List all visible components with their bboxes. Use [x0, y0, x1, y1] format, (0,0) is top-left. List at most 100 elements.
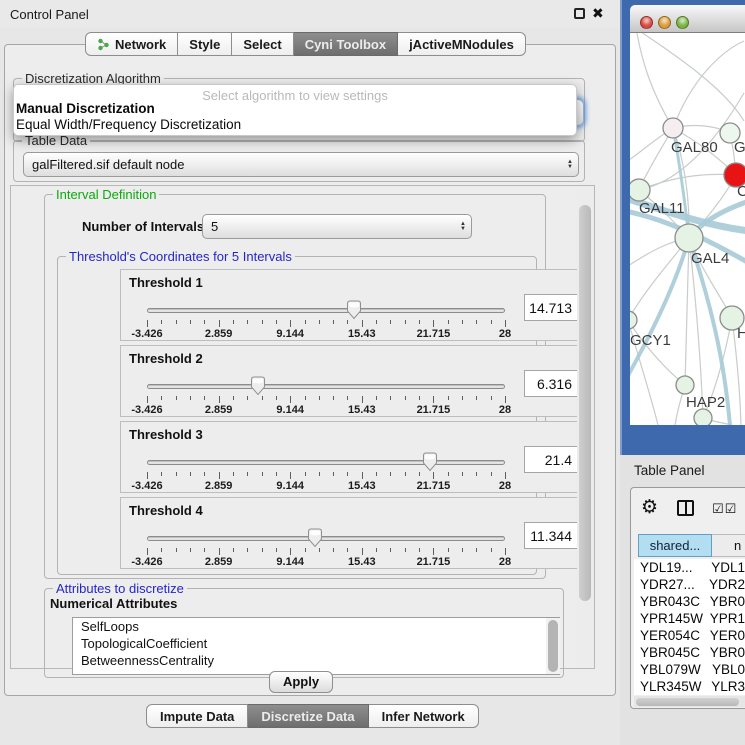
- threshold-slider[interactable]: -3.4262.8599.14415.4321.71528: [147, 448, 505, 490]
- table-row[interactable]: YDL19...YDL1: [634, 559, 745, 576]
- tick-mark: [419, 472, 420, 476]
- threshold-value-field[interactable]: 14.713: [524, 294, 579, 321]
- tick-label: 2.859: [205, 480, 233, 492]
- tick-label: 15.43: [348, 328, 376, 340]
- tick-mark: [276, 548, 277, 552]
- vertical-scrollbar-thumb[interactable]: [579, 205, 591, 601]
- network-canvas[interactable]: GAL80GACGAL11GAL4GCY1HHAP2: [630, 33, 745, 425]
- zoom-light[interactable]: [676, 16, 689, 29]
- tick-mark: [476, 472, 477, 476]
- tick-mark: [276, 472, 277, 476]
- network-node[interactable]: [676, 376, 694, 394]
- network-node[interactable]: [663, 118, 683, 138]
- network-node[interactable]: [694, 409, 712, 425]
- tab-infer-network[interactable]: Infer Network: [369, 704, 479, 728]
- numerical-attributes-list[interactable]: SelfLoopsTopologicalCoefficientBetweenne…: [72, 617, 560, 675]
- table-row[interactable]: YBR045CYBR0: [634, 644, 745, 661]
- slider-track[interactable]: [147, 536, 505, 541]
- threshold-value-field[interactable]: 11.344: [524, 522, 579, 549]
- close-light[interactable]: [640, 16, 653, 29]
- attribute-item[interactable]: BetweennessCentrality: [73, 652, 559, 669]
- threshold-panel: Threshold 4-3.4262.8599.14415.4321.71528…: [120, 497, 586, 569]
- number-of-intervals-combobox[interactable]: 5 ▲▼: [202, 214, 472, 239]
- tab-label: Network: [115, 37, 166, 52]
- table-row[interactable]: YLR345WYLR3: [634, 678, 745, 695]
- tick-mark: [204, 472, 205, 476]
- name-cell: YLR3: [709, 678, 745, 695]
- table-row[interactable]: YBR043CYBR0: [634, 593, 745, 610]
- minimize-light[interactable]: [658, 16, 671, 29]
- slider-track[interactable]: [147, 384, 505, 389]
- vertical-scrollbar[interactable]: [577, 187, 594, 667]
- split-columns-icon[interactable]: [677, 500, 694, 516]
- tick-label: 21.715: [417, 404, 451, 416]
- apply-button[interactable]: Apply: [269, 671, 333, 693]
- algorithm-option[interactable]: Manual Discretization: [16, 101, 155, 116]
- attributes-scrollbar[interactable]: [546, 618, 560, 674]
- name-cell: YBR0: [708, 593, 745, 610]
- tick-mark: [219, 320, 220, 327]
- tick-mark: [233, 396, 234, 400]
- shared-name-cell: YBL079W: [634, 661, 710, 678]
- tick-label: 28: [499, 556, 511, 568]
- horizontal-scrollbar-thumb[interactable]: [636, 698, 739, 706]
- table-row[interactable]: YDR27...YDR2: [634, 576, 745, 593]
- number-of-intervals-value: 5: [203, 219, 455, 234]
- tick-mark: [476, 396, 477, 400]
- tab-select[interactable]: Select: [232, 32, 293, 56]
- tab-network[interactable]: Network: [85, 32, 178, 56]
- slider-track[interactable]: [147, 460, 505, 465]
- slider-thumb[interactable]: [307, 528, 323, 548]
- node-label: HAP2: [686, 394, 725, 411]
- threshold-slider[interactable]: -3.4262.8599.14415.4321.71528: [147, 524, 505, 566]
- tab-discretize-data[interactable]: Discretize Data: [248, 704, 368, 728]
- stepper-icon[interactable]: ▲▼: [562, 160, 578, 170]
- close-icon[interactable]: ✖: [592, 5, 604, 22]
- threshold-slider[interactable]: -3.4262.8599.14415.4321.71528: [147, 296, 505, 338]
- stepper-icon[interactable]: ▲▼: [455, 222, 471, 232]
- table-row[interactable]: YBL079WYBL0: [634, 661, 745, 678]
- node-label: GCY1: [630, 332, 671, 349]
- slider-thumb[interactable]: [422, 452, 438, 472]
- network-node[interactable]: [630, 179, 650, 201]
- control-panel-titlebar: [0, 0, 620, 28]
- float-window-icon[interactable]: [574, 8, 585, 19]
- table-rows: YDL19...YDL1YDR27...YDR2YBR043CYBR0YPR14…: [634, 559, 745, 695]
- table-row[interactable]: YER054CYER0: [634, 627, 745, 644]
- thresholds-group: Threshold's Coordinates for 5 Intervals …: [57, 256, 537, 575]
- table-row[interactable]: YPR145WYPR1: [634, 610, 745, 627]
- threshold-value-field[interactable]: 6.316: [524, 370, 579, 397]
- tab-style[interactable]: Style: [178, 32, 232, 56]
- network-graph[interactable]: GAL80GACGAL11GAL4GCY1HHAP2: [630, 33, 745, 425]
- tick-mark: [319, 396, 320, 400]
- tick-mark: [333, 320, 334, 324]
- tick-mark: [362, 320, 363, 327]
- network-node[interactable]: [675, 224, 703, 252]
- threshold-value-field[interactable]: 21.4: [524, 446, 579, 473]
- tick-mark: [491, 396, 492, 400]
- tick-mark: [276, 396, 277, 400]
- slider-thumb[interactable]: [346, 300, 362, 320]
- algorithm-option[interactable]: Equal Width/Frequency Discretization: [16, 117, 241, 132]
- column-header-name[interactable]: n: [712, 534, 745, 557]
- attribute-item[interactable]: TopologicalCoefficient: [73, 635, 559, 652]
- tick-label: 28: [499, 328, 511, 340]
- slider-track[interactable]: [147, 308, 505, 313]
- threshold-slider[interactable]: -3.4262.8599.14415.4321.71528: [147, 372, 505, 414]
- tick-mark: [347, 472, 348, 476]
- network-node[interactable]: [630, 311, 637, 329]
- column-header-shared[interactable]: shared...: [638, 534, 712, 557]
- attribute-item[interactable]: SelfLoops: [73, 618, 559, 635]
- table-data-combobox[interactable]: galFiltered.sif default node ▲▼: [23, 152, 579, 177]
- tick-mark: [433, 396, 434, 403]
- name-cell: YDR2: [707, 576, 745, 593]
- tab-cyni-toolbox[interactable]: Cyni Toolbox: [294, 32, 398, 56]
- tab-impute-data[interactable]: Impute Data: [146, 704, 248, 728]
- gear-icon[interactable]: ⚙: [641, 496, 658, 519]
- tab-jactivemnodules[interactable]: jActiveMNodules: [398, 32, 526, 56]
- checkbox-icons[interactable]: ☑☑: [712, 501, 737, 517]
- slider-thumb[interactable]: [250, 376, 266, 396]
- shared-name-cell: YBR043C: [634, 593, 708, 610]
- network-window-titlebar[interactable]: [630, 5, 745, 33]
- horizontal-scrollbar[interactable]: [634, 696, 745, 707]
